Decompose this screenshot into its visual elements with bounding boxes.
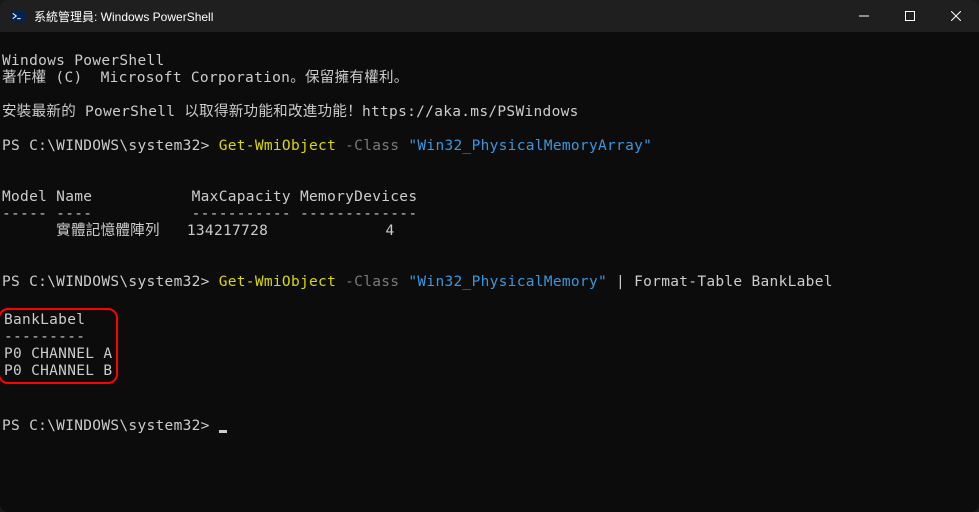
prompt: PS C:\WINDOWS\system32> — [2, 274, 210, 290]
cmdlet: Get-WmiObject — [219, 274, 336, 290]
table-row: P0 CHANNEL A — [4, 346, 112, 362]
arg: "Win32_PhysicalMemoryArray" — [408, 138, 652, 154]
prompt: PS C:\WINDOWS\system32> — [2, 418, 210, 434]
prompt: PS C:\WINDOWS\system32> — [2, 138, 210, 154]
ps-notice: 安裝最新的 PowerShell 以取得新功能和改進功能！https://aka… — [2, 104, 579, 120]
cmdlet: Get-WmiObject — [219, 138, 336, 154]
window-title: 系統管理員: Windows PowerShell — [34, 8, 841, 25]
table-row: P0 CHANNEL B — [4, 363, 112, 379]
pipe-cmd: | Format-Table BankLabel — [616, 274, 833, 290]
titlebar[interactable]: 系統管理員: Windows PowerShell — [0, 0, 979, 32]
highlight-annotation: BankLabel --------- P0 CHANNEL A P0 CHAN… — [0, 308, 118, 384]
table-divider: ----- ---- ----------- ------------- — [2, 206, 417, 222]
cursor — [219, 430, 227, 433]
ps-header: Windows PowerShell — [2, 53, 165, 69]
minimize-button[interactable] — [841, 0, 887, 32]
ps-copyright: 著作權 (C) Microsoft Corporation。保留擁有權利。 — [2, 70, 409, 86]
window-controls — [841, 0, 979, 32]
arg: "Win32_PhysicalMemory" — [408, 274, 607, 290]
powershell-icon — [10, 8, 26, 24]
table-row: 實體記憶體陣列 134217728 4 — [2, 223, 395, 239]
powershell-window: 系統管理員: Windows PowerShell Windows PowerS… — [0, 0, 979, 512]
close-button[interactable] — [933, 0, 979, 32]
terminal-output[interactable]: Windows PowerShell 著作權 (C) Microsoft Cor… — [0, 32, 979, 512]
param: -Class — [345, 138, 399, 154]
maximize-button[interactable] — [887, 0, 933, 32]
table-header: BankLabel — [4, 312, 85, 328]
param: -Class — [345, 274, 399, 290]
table-header: Model Name MaxCapacity MemoryDevices — [2, 189, 417, 205]
table-divider: --------- — [4, 329, 85, 345]
